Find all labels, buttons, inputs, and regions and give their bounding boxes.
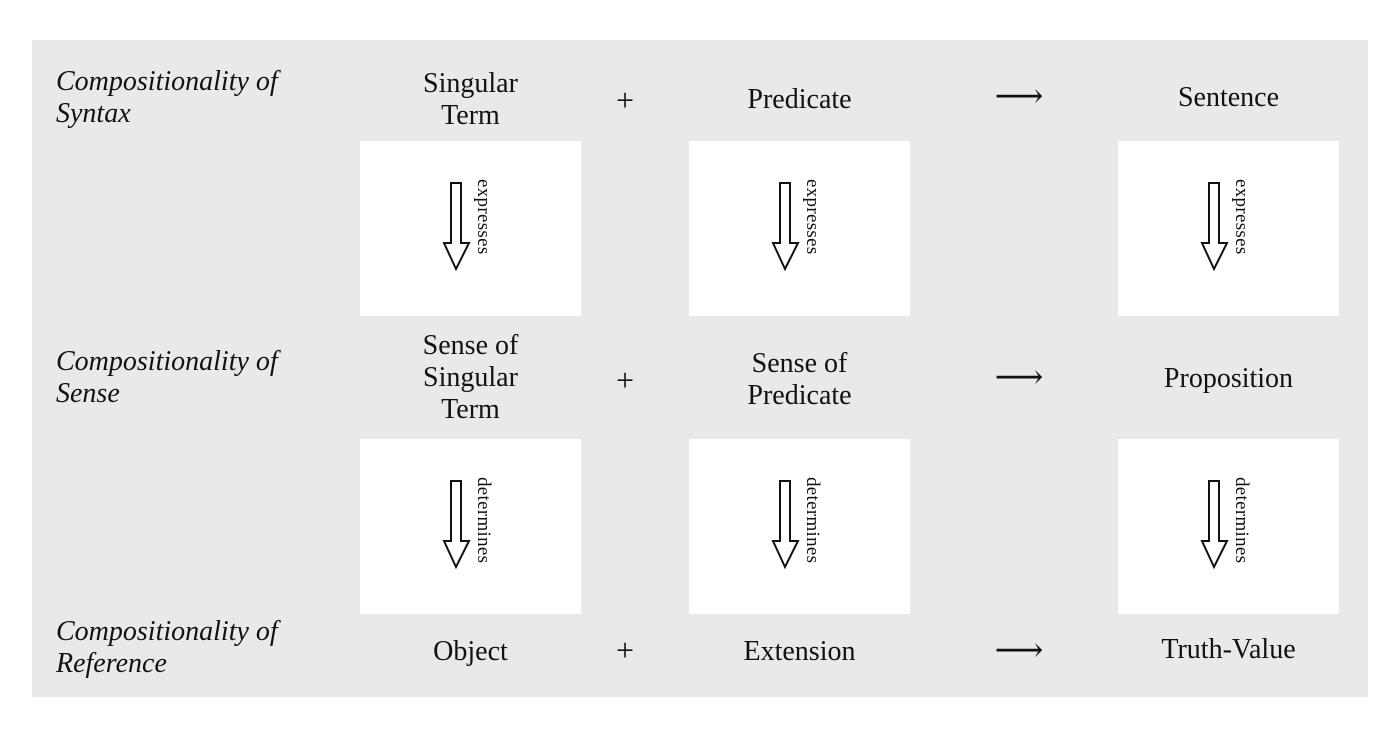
hollow-down-arrow-icon (771, 182, 800, 272)
yields-arrow-icon: ⟶ (994, 78, 1044, 115)
connector-label: expresses (802, 179, 823, 255)
cell-predicate: Predicate (689, 80, 910, 120)
connector-box-expresses: expresses (689, 141, 910, 316)
connector-label: expresses (1231, 179, 1252, 255)
connector-label: determines (802, 477, 823, 564)
hollow-down-arrow-icon (442, 480, 471, 570)
row-label-syntax: Compositionality of Syntax (56, 66, 278, 130)
cell-text-line: Sentence (1177, 82, 1280, 113)
cell-text-line: Sense of (751, 348, 848, 379)
connector-label: determines (1231, 477, 1252, 564)
cell-sense-of-predicate: Sense of Predicate (689, 344, 910, 416)
cell-text-line: Truth-Value (1161, 634, 1296, 665)
cell-text-line: Term (441, 100, 500, 131)
cell-text-line: Extension (743, 636, 856, 667)
row-label-line: Sense (56, 378, 120, 409)
hollow-down-arrow-icon (771, 480, 800, 570)
cell-object: Object (360, 632, 581, 672)
hollow-down-arrow-icon (1200, 182, 1229, 272)
connector-box-expresses: expresses (360, 141, 581, 316)
cell-text-line: Singular (423, 68, 518, 99)
plus-operator: + (615, 82, 635, 118)
yields-arrow-icon: ⟶ (994, 359, 1044, 396)
connector-box-determines: determines (1118, 439, 1339, 614)
row-label-sense: Compositionality of Sense (56, 346, 278, 410)
row-label-reference: Compositionality of Reference (56, 616, 278, 680)
cell-text-line: Predicate (747, 84, 852, 115)
cell-truth-value: Truth-Value (1118, 630, 1339, 670)
connector-label: determines (473, 477, 494, 564)
connector-label: expresses (473, 179, 494, 255)
yields-arrow-icon: ⟶ (994, 632, 1044, 669)
cell-extension: Extension (689, 632, 910, 672)
row-label-line: Compositionality of (56, 346, 278, 377)
cell-proposition: Proposition (1118, 359, 1339, 399)
cell-sentence: Sentence (1118, 78, 1339, 118)
cell-text-line: Singular (423, 362, 518, 393)
row-label-line: Syntax (56, 98, 131, 129)
cell-singular-term: Singular Term (360, 64, 581, 136)
cell-sense-of-singular-term: Sense of Singular Term (360, 322, 581, 434)
connector-box-determines: determines (360, 439, 581, 614)
cell-text-line: Sense of (422, 330, 519, 361)
hollow-down-arrow-icon (442, 182, 471, 272)
row-label-line: Compositionality of (56, 66, 278, 97)
plus-operator: + (615, 632, 635, 668)
cell-text-line: Predicate (747, 380, 852, 411)
connector-box-expresses: expresses (1118, 141, 1339, 316)
hollow-down-arrow-icon (1200, 480, 1229, 570)
plus-operator: + (615, 362, 635, 398)
cell-text-line: Object (433, 636, 508, 667)
row-label-line: Reference (56, 648, 167, 679)
row-label-line: Compositionality of (56, 616, 278, 647)
connector-box-determines: determines (689, 439, 910, 614)
cell-text-line: Term (441, 394, 500, 425)
cell-text-line: Proposition (1163, 363, 1294, 394)
